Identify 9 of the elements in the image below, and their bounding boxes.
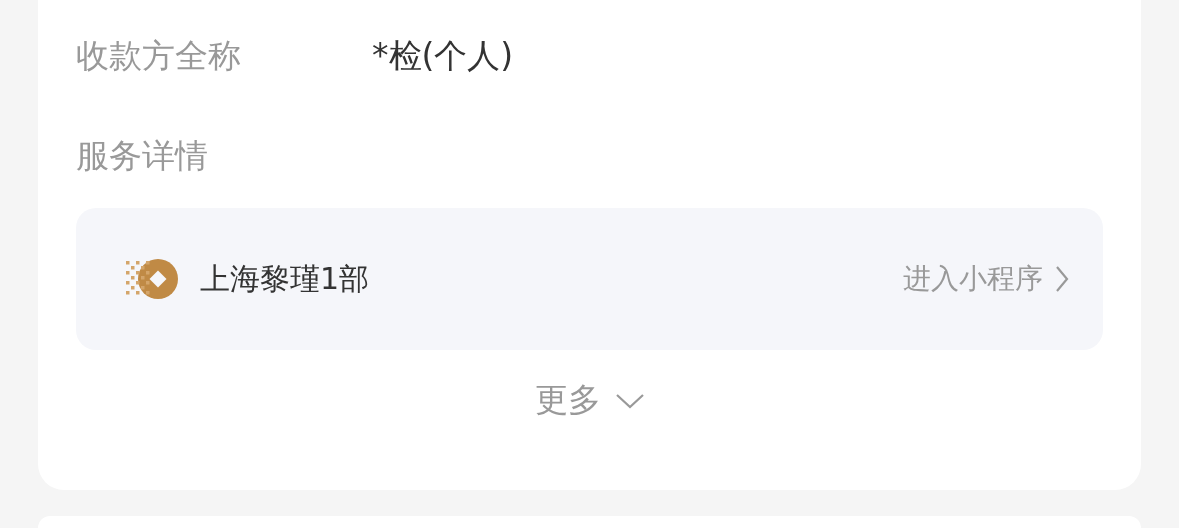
more-button[interactable]: 更多 [534, 378, 645, 423]
merchant-card[interactable]: 上海黎瑾1部 进入小程序 [76, 208, 1103, 350]
field-value: *检(个人) [372, 34, 514, 77]
chevron-right-icon [1055, 265, 1069, 293]
field-label: 收款方全称 [76, 34, 242, 77]
mini-program-link[interactable]: 进入小程序 [903, 260, 1069, 298]
merchant-name: 上海黎瑾1部 [200, 259, 371, 298]
section-title: 服务详情 [76, 134, 209, 177]
chevron-down-icon [614, 392, 645, 409]
